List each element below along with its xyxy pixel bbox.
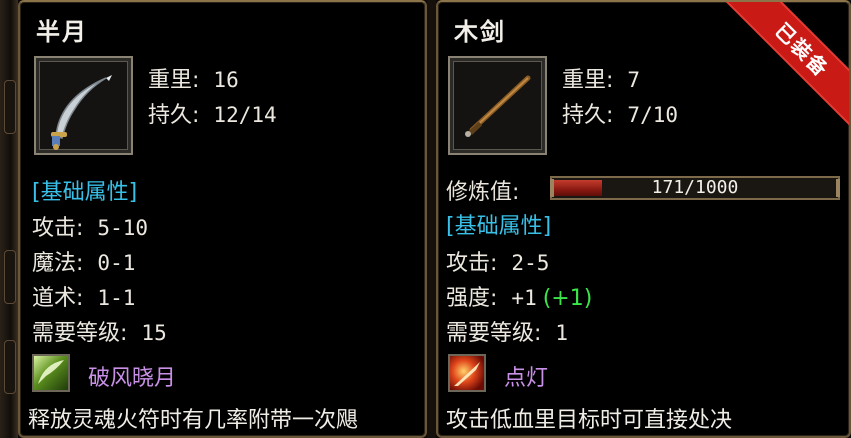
attack-label: 攻击: <box>446 251 498 276</box>
magic-value: 0-1 <box>97 251 136 275</box>
crescent-blade-icon <box>51 75 112 150</box>
attack-value: 2-5 <box>511 251 550 275</box>
attack-row: 攻击: 2-5 <box>446 245 549 277</box>
weight-row: 重里: 16 <box>148 62 239 94</box>
magic-row: 魔法: 0-1 <box>32 245 135 277</box>
item-name: 木剑 <box>454 18 506 46</box>
section-title: [基础属性] <box>32 180 138 205</box>
green-wind-skill-icon[interactable] <box>32 354 70 392</box>
item-icon-frame[interactable] <box>34 56 133 155</box>
skill-name: 破风晓月 <box>88 366 177 391</box>
level-label: 需要等级: <box>446 321 542 346</box>
edge-tab <box>4 80 16 134</box>
weight-row: 重里: 7 <box>562 62 640 94</box>
level-row: 需要等级: 1 <box>446 315 568 347</box>
edge-tab <box>4 340 16 394</box>
attack-row: 攻击: 5-10 <box>32 210 148 242</box>
attack-value: 5-10 <box>97 216 148 240</box>
level-value: 1 <box>555 321 569 345</box>
section-title: [基础属性] <box>446 214 552 239</box>
durability-row: 持久: 7/10 <box>562 97 678 129</box>
refine-label: 修炼值: <box>446 180 520 205</box>
skill-description: 释放灵魂火符时有几率附带一次飓 <box>28 408 359 433</box>
attack-label: 攻击: <box>32 216 84 241</box>
slash-icon <box>454 362 480 386</box>
taoism-label: 道术: <box>32 286 84 311</box>
durability-label: 持久: <box>562 103 614 128</box>
equipped-badge: 已装备 <box>720 2 849 132</box>
leaf-icon <box>38 360 64 384</box>
strength-bonus: (+1) <box>542 286 593 311</box>
refine-value: 171/1000 <box>651 177 739 198</box>
durability-label: 持久: <box>148 103 200 128</box>
item-tooltip-right: 已装备 木剑 重里: 7 持久: 7/10 修炼值: 171/1000 [基础属性]… <box>436 0 851 438</box>
level-label: 需要等级: <box>32 321 128 346</box>
skill-description: 攻击低血里目标时可直接处决 <box>446 408 733 433</box>
durability-value: 12/14 <box>213 103 277 127</box>
skill-name: 点灯 <box>504 366 549 391</box>
refine-progress-bar: 171/1000 <box>550 176 840 200</box>
durability-value: 7/10 <box>627 103 678 127</box>
magic-label: 魔法: <box>32 251 84 276</box>
fire-slash-skill-icon[interactable] <box>448 354 486 392</box>
strength-label: 强度: <box>446 286 498 311</box>
item-tooltip-left: 半月 重里: 16 持久: 12/14 [基础属性] 攻击: 5-10 魔法: 0-1 … <box>18 0 427 438</box>
taoism-value: 1-1 <box>97 286 136 310</box>
weight-value: 7 <box>627 68 641 92</box>
weight-label: 重里: <box>562 68 614 93</box>
strength-value: +1 <box>511 286 537 310</box>
strength-row: 强度: +1 (+1) <box>446 280 592 312</box>
item-icon-frame[interactable] <box>448 56 547 155</box>
weight-value: 16 <box>213 68 239 92</box>
panel-divider <box>427 0 436 438</box>
taoism-row: 道术: 1-1 <box>32 280 135 312</box>
durability-row: 持久: 12/14 <box>148 97 277 129</box>
level-row: 需要等级: 15 <box>32 315 167 347</box>
window-edge-left <box>0 0 18 438</box>
weight-label: 重里: <box>148 68 200 93</box>
edge-tab <box>4 250 16 304</box>
level-value: 15 <box>141 321 167 345</box>
item-name: 半月 <box>36 18 88 46</box>
wooden-sword-icon <box>465 75 531 137</box>
